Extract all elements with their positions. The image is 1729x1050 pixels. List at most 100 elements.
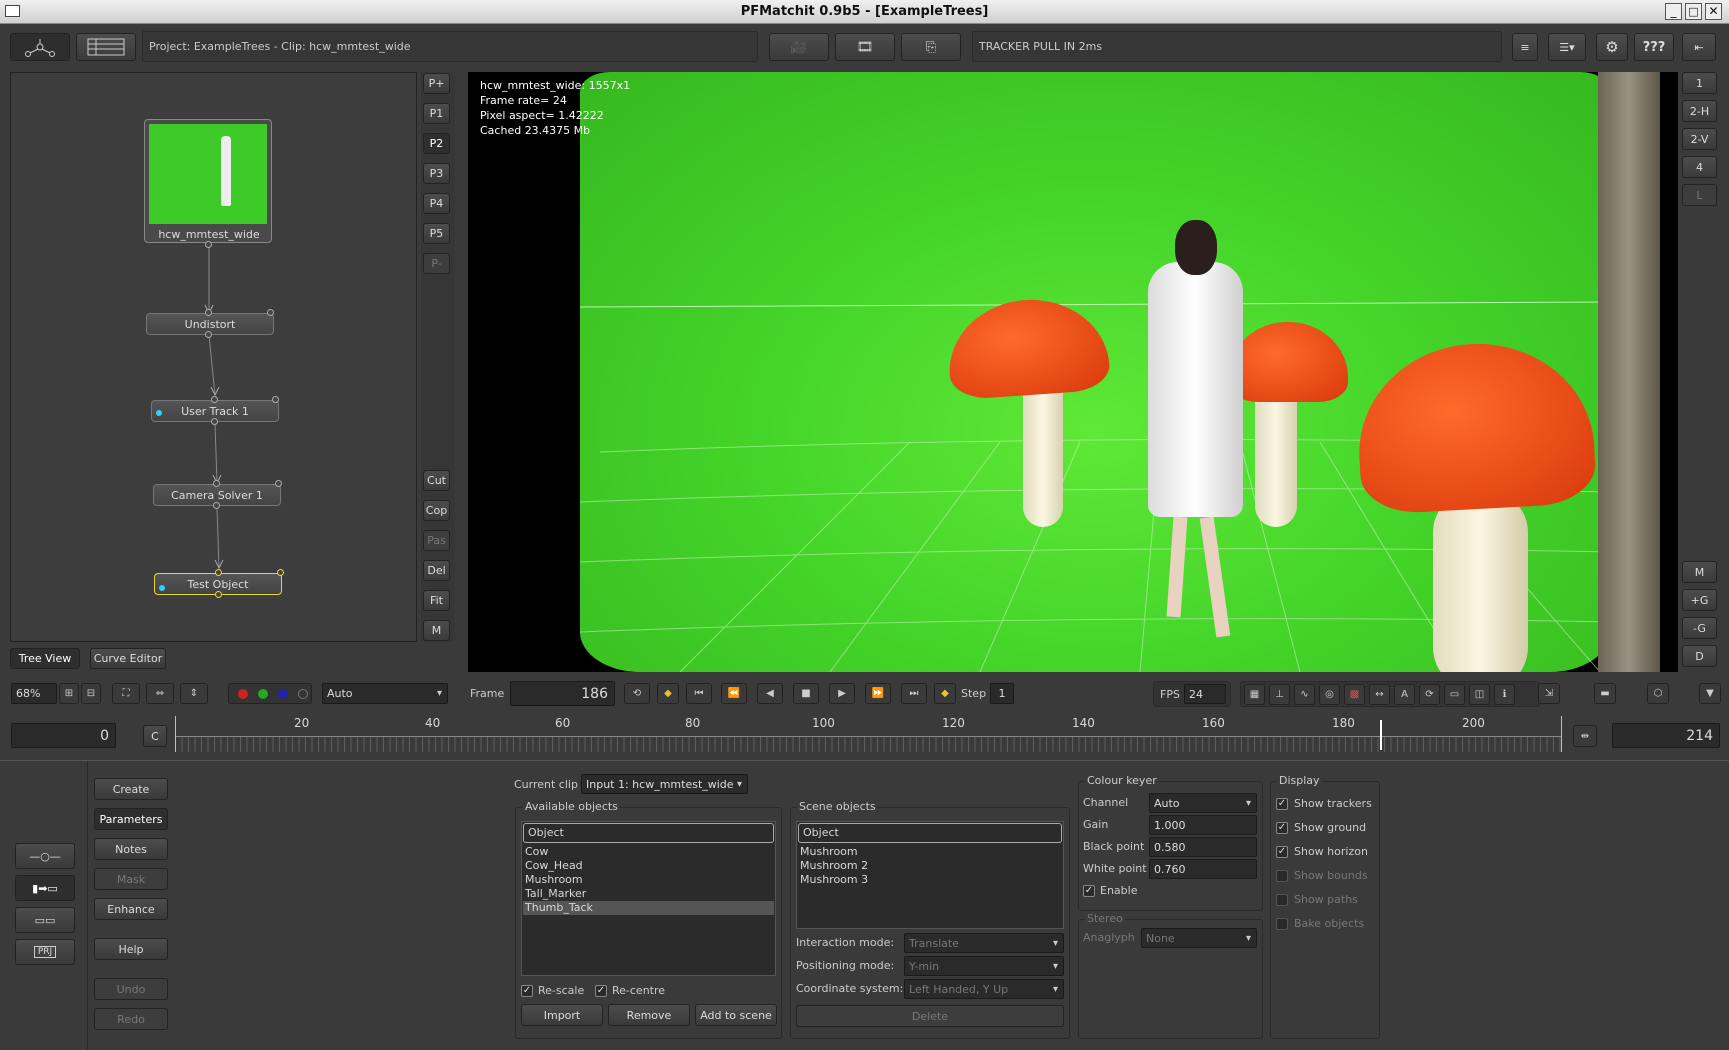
view-plus-g-button[interactable]: +G — [1682, 589, 1717, 611]
zoom-out-button[interactable]: ⊟ — [81, 683, 101, 704]
create-button[interactable]: Create — [94, 778, 168, 800]
import-tool-icon[interactable]: ⇲ — [1538, 683, 1560, 704]
maximize-button[interactable]: □ — [1685, 3, 1702, 20]
minimize-button[interactable]: _ — [1665, 3, 1682, 20]
available-objects-list[interactable]: Object Cow Cow_Head Mushroom Tall_Marker… — [521, 821, 776, 976]
copy-button[interactable]: Cop — [423, 500, 450, 521]
frame-field[interactable]: 186 — [510, 681, 615, 706]
export-mode-button[interactable]: ▮➡▭ — [15, 875, 75, 901]
p2-button[interactable]: P2 — [423, 133, 450, 154]
rescale-checkbox[interactable]: ✓ — [521, 985, 533, 997]
scene-objects-list[interactable]: Object Mushroom Mushroom 2 Mushroom 3 — [796, 821, 1064, 929]
import-button[interactable]: Import — [521, 1004, 603, 1026]
target-tool-icon[interactable]: ◎ — [1319, 684, 1340, 705]
recentre-checkbox[interactable]: ✓ — [595, 985, 607, 997]
alpha-channel-icon[interactable] — [298, 689, 308, 699]
settings-button[interactable]: ⚙ — [1596, 33, 1628, 61]
parameters-button[interactable]: Parameters — [94, 808, 168, 830]
step-field[interactable]: 1 — [990, 683, 1014, 704]
stop-button[interactable]: ■ — [793, 683, 819, 704]
black-point-field[interactable]: 0.580 — [1149, 837, 1257, 857]
gain-field[interactable]: 1.000 — [1149, 815, 1257, 835]
zoom-in-button[interactable]: ⊞ — [59, 683, 79, 704]
delete-node-button[interactable]: Del — [423, 560, 450, 581]
list-item[interactable]: Mushroom 2 — [798, 859, 1062, 873]
redo-button[interactable]: Redo — [94, 1008, 168, 1030]
timeline-ruler[interactable]: 20 40 60 80 100 120 140 160 180 200 — [175, 714, 1562, 758]
fit-view-button[interactable]: ⛶ — [112, 683, 140, 704]
view-4-button[interactable]: 4 — [1682, 156, 1717, 178]
positioning-mode-select[interactable]: Y-min — [904, 956, 1064, 976]
clip-node[interactable]: hcw_mmtest_wide — [144, 119, 272, 243]
out-marker[interactable] — [1561, 716, 1562, 752]
enable-checkbox[interactable]: ✓ — [1083, 885, 1095, 897]
list-item-selected[interactable]: Thumb_Tack — [523, 901, 774, 915]
next-keyframe-button[interactable]: ◆ — [934, 683, 956, 704]
list-view-icon-button[interactable] — [76, 33, 136, 61]
zoom-field[interactable]: 68% — [11, 683, 57, 704]
in-marker[interactable] — [175, 716, 176, 752]
delete-object-button[interactable]: Delete — [796, 1005, 1064, 1027]
bake-objects-checkbox[interactable] — [1276, 918, 1288, 930]
list-item[interactable]: Cow_Head — [523, 859, 774, 873]
timeline-c-button[interactable]: C — [143, 725, 167, 747]
green-channel-icon[interactable] — [258, 689, 268, 699]
help-button[interactable]: ??? — [1634, 33, 1674, 61]
red-channel-icon[interactable] — [238, 689, 248, 699]
view-m-button[interactable]: M — [1682, 561, 1717, 583]
trackers-tool-icon[interactable]: ▦ — [1244, 684, 1265, 705]
keyer-channel-select[interactable]: Auto — [1149, 793, 1257, 813]
p-minus-button[interactable]: P- — [423, 253, 450, 274]
slider-mode-button[interactable]: —○— — [15, 843, 75, 869]
timeline-range-button[interactable]: ⇹ — [1573, 725, 1597, 747]
list-item[interactable]: Mushroom 3 — [798, 873, 1062, 887]
clip-view-button[interactable]: 🎞 — [835, 33, 895, 61]
p4-button[interactable]: P4 — [423, 193, 450, 214]
white-point-field[interactable]: 0.760 — [1149, 859, 1257, 879]
colour-tool-icon[interactable]: ▩ — [1344, 684, 1365, 705]
enhance-button[interactable]: Enhance — [94, 898, 168, 920]
view-minus-g-button[interactable]: -G — [1682, 617, 1717, 639]
list-item[interactable]: Tall_Marker — [523, 887, 774, 901]
panel-tool-icon[interactable]: ▬ — [1594, 683, 1616, 704]
step-forward-button[interactable]: ⏩ — [865, 683, 891, 704]
exit-button[interactable]: ⇤ — [1682, 33, 1716, 61]
p5-button[interactable]: P5 — [423, 223, 450, 244]
show-horizon-checkbox[interactable]: ✓ — [1276, 846, 1288, 858]
layout-menu-button[interactable]: ☰▾ — [1548, 33, 1586, 61]
rotate-tool-icon[interactable]: ⟳ — [1419, 684, 1440, 705]
anaglyph-select[interactable]: None — [1141, 928, 1257, 948]
coordinate-system-select[interactable]: Left Handed, Y Up — [904, 979, 1064, 999]
prev-keyframe-button[interactable]: ◆ — [657, 683, 679, 704]
playhead[interactable] — [1380, 720, 1383, 750]
camera-view-button[interactable]: 🎥 — [769, 33, 829, 61]
cut-button[interactable]: Cut — [423, 470, 450, 491]
show-ground-checkbox[interactable]: ✓ — [1276, 822, 1288, 834]
close-button[interactable]: ✕ — [1705, 3, 1722, 20]
display-channel-select[interactable]: Auto — [322, 683, 448, 704]
p3-button[interactable]: P3 — [423, 163, 450, 184]
play-forward-button[interactable]: ▶ — [829, 683, 855, 704]
viewer[interactable]: hcw_mmtest_wide: 1557x1 Frame rate= 24 P… — [468, 72, 1678, 672]
view-2h-button[interactable]: 2-H — [1682, 100, 1717, 122]
tree-view-icon-button[interactable] — [10, 33, 70, 61]
remove-button[interactable]: Remove — [608, 1004, 690, 1026]
fit-height-button[interactable]: ⇕ — [180, 683, 208, 704]
loop-button[interactable]: ⟲ — [624, 683, 650, 704]
curve-tool-icon[interactable]: ∿ — [1294, 684, 1315, 705]
split-tool-icon[interactable]: ◫ — [1469, 684, 1490, 705]
view-l-button[interactable]: L — [1682, 184, 1717, 206]
clip-mode-button[interactable]: ▭▭ — [15, 907, 75, 933]
current-clip-select[interactable]: Input 1: hcw_mmtest_wide — [581, 774, 748, 794]
undo-button[interactable]: Undo — [94, 978, 168, 1000]
m-button[interactable]: M — [423, 620, 450, 641]
p1-button[interactable]: P1 — [423, 103, 450, 124]
export-button[interactable]: ⎘ — [901, 33, 961, 61]
timeline-end-field[interactable]: 214 — [1612, 723, 1720, 748]
add-to-scene-button[interactable]: Add to scene — [695, 1004, 777, 1026]
go-to-start-button[interactable]: ⏮ — [686, 683, 712, 704]
notes-button[interactable]: Notes — [94, 838, 168, 860]
list-item[interactable]: Mushroom — [798, 845, 1062, 859]
frame-tool-icon[interactable]: ▭ — [1444, 684, 1465, 705]
mask-button[interactable]: Mask — [94, 868, 168, 890]
